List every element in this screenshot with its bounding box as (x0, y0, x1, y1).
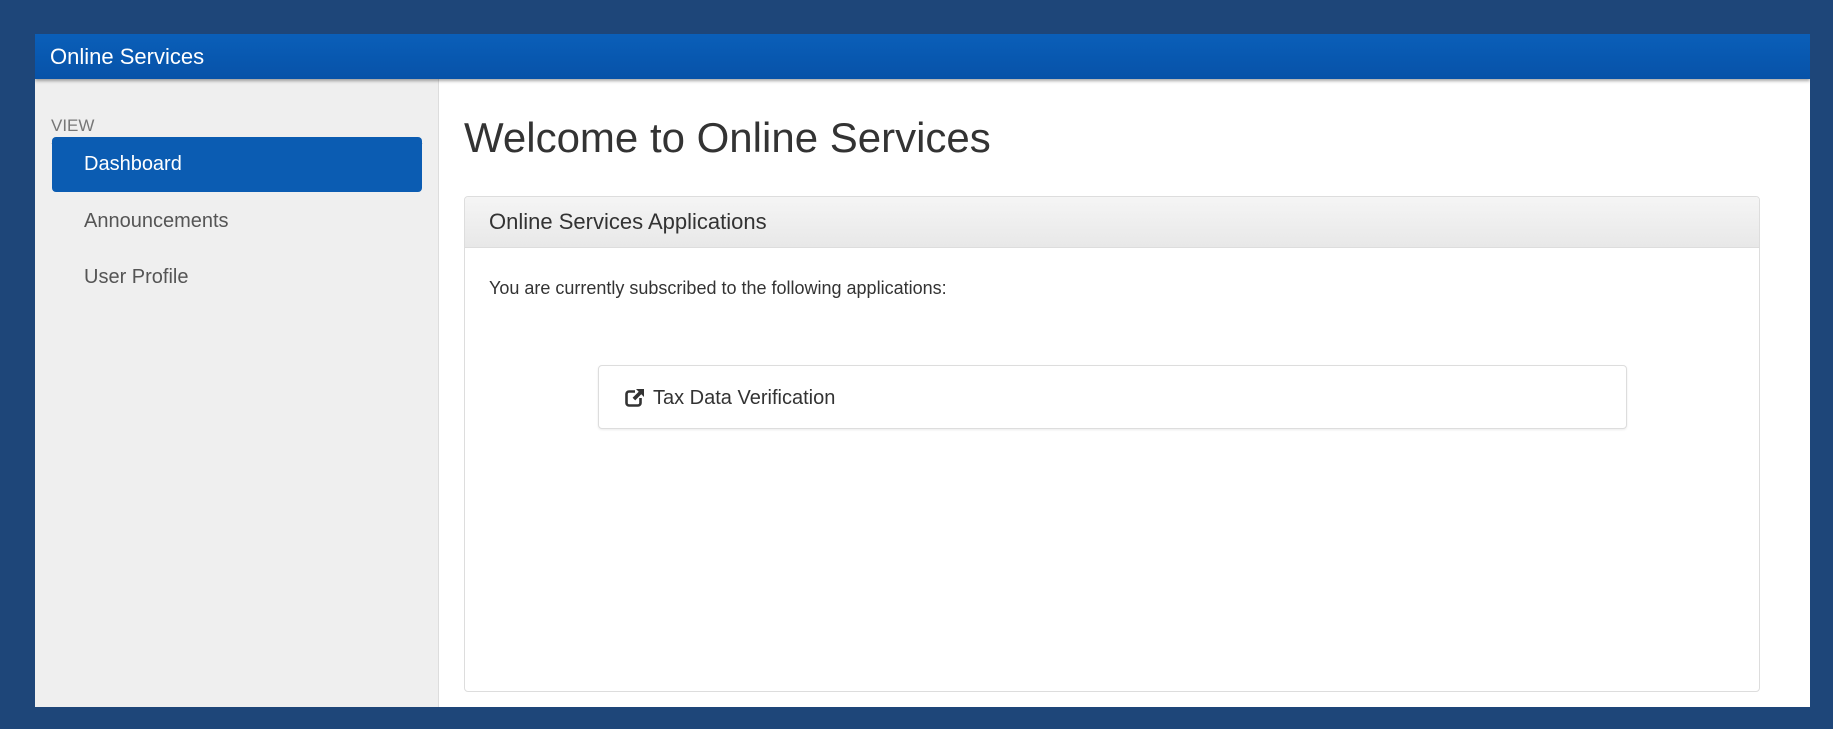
app-window: Online Services VIEW Dashboard Announcem… (35, 34, 1810, 707)
sidebar-item-dashboard[interactable]: Dashboard (52, 137, 422, 192)
external-link-icon (625, 388, 645, 407)
subscription-intro-text: You are currently subscribed to the foll… (489, 278, 947, 298)
sidebar-heading: VIEW (51, 116, 95, 135)
application-link-tax-data-verification[interactable]: Tax Data Verification (598, 365, 1627, 429)
top-navbar: Online Services (35, 34, 1810, 79)
applications-panel: Online Services Applications You are cur… (464, 196, 1760, 692)
sidebar-item-announcements[interactable]: Announcements (52, 194, 422, 249)
sidebar-item-user-profile[interactable]: User Profile (52, 250, 422, 305)
application-label: Tax Data Verification (653, 387, 836, 409)
brand-title[interactable]: Online Services (50, 44, 204, 70)
panel-heading: Online Services Applications (465, 197, 1759, 248)
page-title: Welcome to Online Services (464, 114, 991, 161)
